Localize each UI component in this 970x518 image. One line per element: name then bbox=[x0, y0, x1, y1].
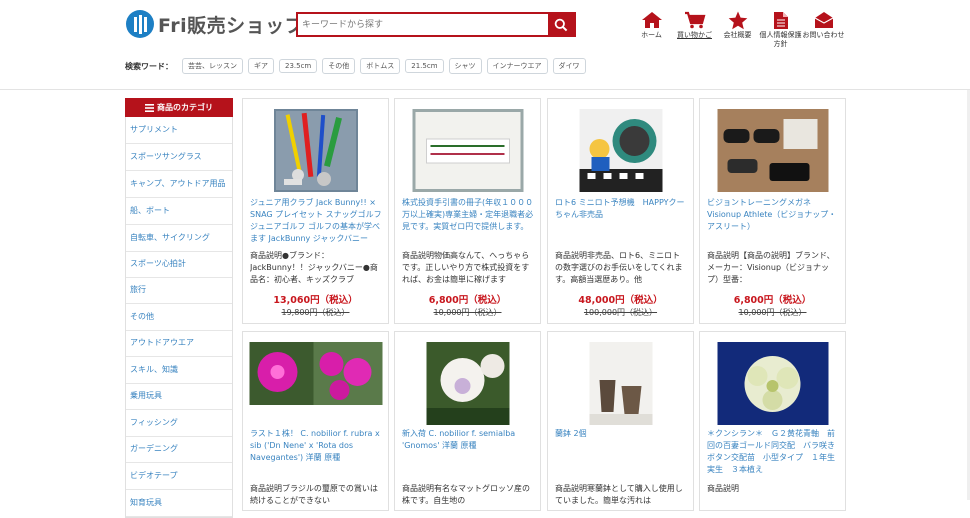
keyword-tag[interactable]: シャツ bbox=[448, 58, 482, 74]
product-old-price: 10,000円（税込） bbox=[738, 308, 807, 317]
logo-text: Fri販売ショップ bbox=[158, 14, 305, 37]
product-image[interactable] bbox=[426, 342, 509, 425]
nav-company[interactable]: 会社概要 bbox=[716, 10, 759, 49]
product-image[interactable] bbox=[717, 342, 828, 425]
keyword-tag[interactable]: 芸芸、レッスン bbox=[182, 58, 243, 74]
lotto-machine-image bbox=[579, 109, 662, 192]
category-item[interactable]: 乗用玩具 bbox=[126, 384, 232, 410]
product-image[interactable] bbox=[249, 342, 382, 405]
product-title[interactable]: 蘭鉢 2個 bbox=[555, 428, 688, 442]
category-header: 商品のカテゴリ bbox=[125, 98, 233, 117]
site-header: Fri販売ショップ ホーム 買い物かご 会社概要 個人情報保護方針 bbox=[0, 0, 970, 90]
keyword-tag[interactable]: ボトムス bbox=[360, 58, 401, 74]
product-card[interactable]: ロト6 ミニロト予想機 HAPPYクーちゃん非売品 商品説明非売品、ロト6、ミニ… bbox=[547, 98, 694, 324]
nav-contact[interactable]: お問い合わせ bbox=[802, 10, 845, 49]
search-keywords: 検索ワード： 芸芸、レッスン ギア 23.5cm その他 ボトムス 21.5cm… bbox=[125, 58, 586, 74]
keyword-tag[interactable]: インナーウエア bbox=[486, 58, 548, 74]
product-title[interactable]: ビジョントレーニングメガネ Visionup Athlete（ビジョナップ・アス… bbox=[707, 197, 840, 236]
category-item[interactable]: 旅行 bbox=[126, 278, 232, 304]
category-item[interactable]: その他 bbox=[126, 304, 232, 331]
glasses-image bbox=[717, 109, 828, 192]
product-price: 13,060円（税込） bbox=[273, 295, 358, 306]
category-item[interactable]: ビデオテープ bbox=[126, 463, 232, 490]
nav-home[interactable]: ホーム bbox=[630, 10, 673, 49]
category-list: サプリメント スポーツサングラス キャンプ、アウトドア用品 船、ボート 自転車、… bbox=[125, 117, 233, 518]
product-description: 商品説明物価高なんて、へっちゃらです。正しいやり方で株式投資をすれば、お金は簡単… bbox=[402, 251, 530, 284]
product-description: 商品説明非売品、ロト6、ミニロトの数字選びのお手伝いをしてくれます。高額当選歴あ… bbox=[555, 251, 683, 284]
product-description: 商品説明有名なマットグロッソ産の株です。自生地の bbox=[402, 484, 530, 505]
category-item[interactable]: 船、ボート bbox=[126, 198, 232, 225]
product-card[interactable]: ＊クンシラン＊ Ｇ２黄花青軸 前回の百妻ゴールド同交配 バラ咲きボタン交配苗 小… bbox=[699, 331, 846, 511]
product-image[interactable] bbox=[589, 342, 652, 425]
category-item[interactable]: サプリメント bbox=[126, 117, 232, 144]
orchid-pink-image bbox=[249, 342, 382, 405]
product-title[interactable]: ロト6 ミニロト予想機 HAPPYクーちゃん非売品 bbox=[555, 197, 688, 227]
product-description: 商品説明寒蘭鉢として購入し使用していました。簡単な汚れは bbox=[555, 484, 683, 505]
category-item[interactable]: スポーツサングラス bbox=[126, 144, 232, 171]
product-card[interactable]: 株式投資手引書の冊子(年収１０００万以上確実)専業主婦・定年退職者必見です。実質… bbox=[394, 98, 541, 324]
product-image[interactable] bbox=[273, 109, 358, 192]
category-item[interactable]: スポーツ心拍計 bbox=[126, 252, 232, 278]
product-title[interactable]: ラスト１株！ C. nobilior f. rubra x sib ('Dn N… bbox=[250, 428, 383, 467]
orchid-pots-image bbox=[589, 342, 652, 425]
list-icon bbox=[145, 103, 154, 112]
mail-icon bbox=[814, 12, 833, 28]
product-title[interactable]: 株式投資手引書の冊子(年収１０００万以上確実)専業主婦・定年退職者必見です。実質… bbox=[402, 197, 535, 246]
keyword-tag[interactable]: 21.5cm bbox=[405, 59, 444, 73]
keyword-tag[interactable]: ダイワ bbox=[552, 58, 586, 74]
category-item[interactable]: フィッシング bbox=[126, 410, 232, 437]
nav-cart[interactable]: 買い物かご bbox=[673, 10, 716, 49]
cart-icon bbox=[684, 11, 705, 29]
product-price: 48,000円（税込） bbox=[578, 295, 663, 306]
product-card[interactable]: ジュニア用クラブ Jack Bunny!! × SNAG プレイセット スナッグ… bbox=[242, 98, 389, 324]
header-nav: ホーム 買い物かご 会社概要 個人情報保護方針 お問い合わせ bbox=[630, 10, 845, 49]
document-icon bbox=[773, 11, 788, 29]
logo-mark-icon bbox=[126, 10, 154, 38]
product-title[interactable]: ジュニア用クラブ Jack Bunny!! × SNAG プレイセット スナッグ… bbox=[250, 197, 383, 246]
search-button[interactable] bbox=[548, 14, 574, 35]
category-item[interactable]: 知育玩具 bbox=[126, 490, 232, 517]
product-card[interactable]: ラスト１株！ C. nobilior f. rubra x sib ('Dn N… bbox=[242, 331, 389, 511]
product-image[interactable] bbox=[412, 109, 523, 192]
category-sidebar: 商品のカテゴリ サプリメント スポーツサングラス キャンプ、アウトドア用品 船、… bbox=[125, 98, 233, 518]
keyword-tag[interactable]: その他 bbox=[322, 58, 356, 74]
product-image[interactable] bbox=[579, 109, 662, 192]
clivia-flower-image bbox=[717, 342, 828, 425]
product-title[interactable]: 新入荷 C. nobilior f. semialba 'Gnomos' 洋蘭 … bbox=[402, 428, 535, 454]
product-card[interactable]: ビジョントレーニングメガネ Visionup Athlete（ビジョナップ・アス… bbox=[699, 98, 846, 324]
product-image[interactable] bbox=[717, 109, 828, 192]
site-logo[interactable]: Fri販売ショップ bbox=[126, 10, 304, 38]
search-input[interactable] bbox=[298, 14, 548, 35]
category-item[interactable]: キャンプ、アウトドア用品 bbox=[126, 171, 232, 198]
product-card[interactable]: 蘭鉢 2個 商品説明寒蘭鉢として購入し使用していました。簡単な汚れは bbox=[547, 331, 694, 511]
home-icon bbox=[641, 12, 662, 28]
product-old-price: 100,000円（税込） bbox=[583, 308, 658, 317]
category-item[interactable]: アウトドアウエア bbox=[126, 331, 232, 357]
category-item[interactable]: スキル、知識 bbox=[126, 357, 232, 384]
keyword-tag[interactable]: ギア bbox=[248, 58, 274, 74]
product-title[interactable]: ＊クンシラン＊ Ｇ２黄花青軸 前回の百妻ゴールド同交配 バラ咲きボタン交配苗 小… bbox=[707, 428, 840, 479]
category-item[interactable]: ガーデニング bbox=[126, 437, 232, 463]
keywords-title: 検索ワード： bbox=[125, 61, 173, 71]
product-description: 商品説明【商品の説明】ブランド、メーカー：Visionup（ビジョナップ）型番： bbox=[707, 251, 835, 284]
product-price: 6,800円（税込） bbox=[733, 295, 812, 306]
product-description: 商品説明ブラジルの璽原での賞いは続けることができない bbox=[250, 484, 378, 505]
search-icon bbox=[554, 18, 568, 31]
orchid-white-image bbox=[426, 342, 509, 425]
product-price: 6,800円（税込） bbox=[428, 295, 507, 306]
nav-privacy[interactable]: 個人情報保護方針 bbox=[759, 10, 802, 49]
product-card[interactable]: 新入荷 C. nobilior f. semialba 'Gnomos' 洋蘭 … bbox=[394, 331, 541, 511]
product-description: 商品説明●ブランド：JackBunny！！ジャックバニー●商品名：初心者、キッズ… bbox=[250, 251, 378, 284]
star-icon bbox=[728, 11, 747, 29]
product-description: 商品説明 bbox=[707, 484, 739, 493]
product-old-price: 10,000円（税込） bbox=[433, 308, 502, 317]
golf-clubs-image bbox=[273, 109, 358, 192]
category-item[interactable]: 自転車、サイクリング bbox=[126, 225, 232, 252]
booklet-image bbox=[412, 109, 523, 192]
keyword-tag[interactable]: 23.5cm bbox=[279, 59, 318, 73]
search-bar bbox=[296, 12, 576, 37]
product-old-price: 19,800円（税込） bbox=[281, 308, 350, 317]
